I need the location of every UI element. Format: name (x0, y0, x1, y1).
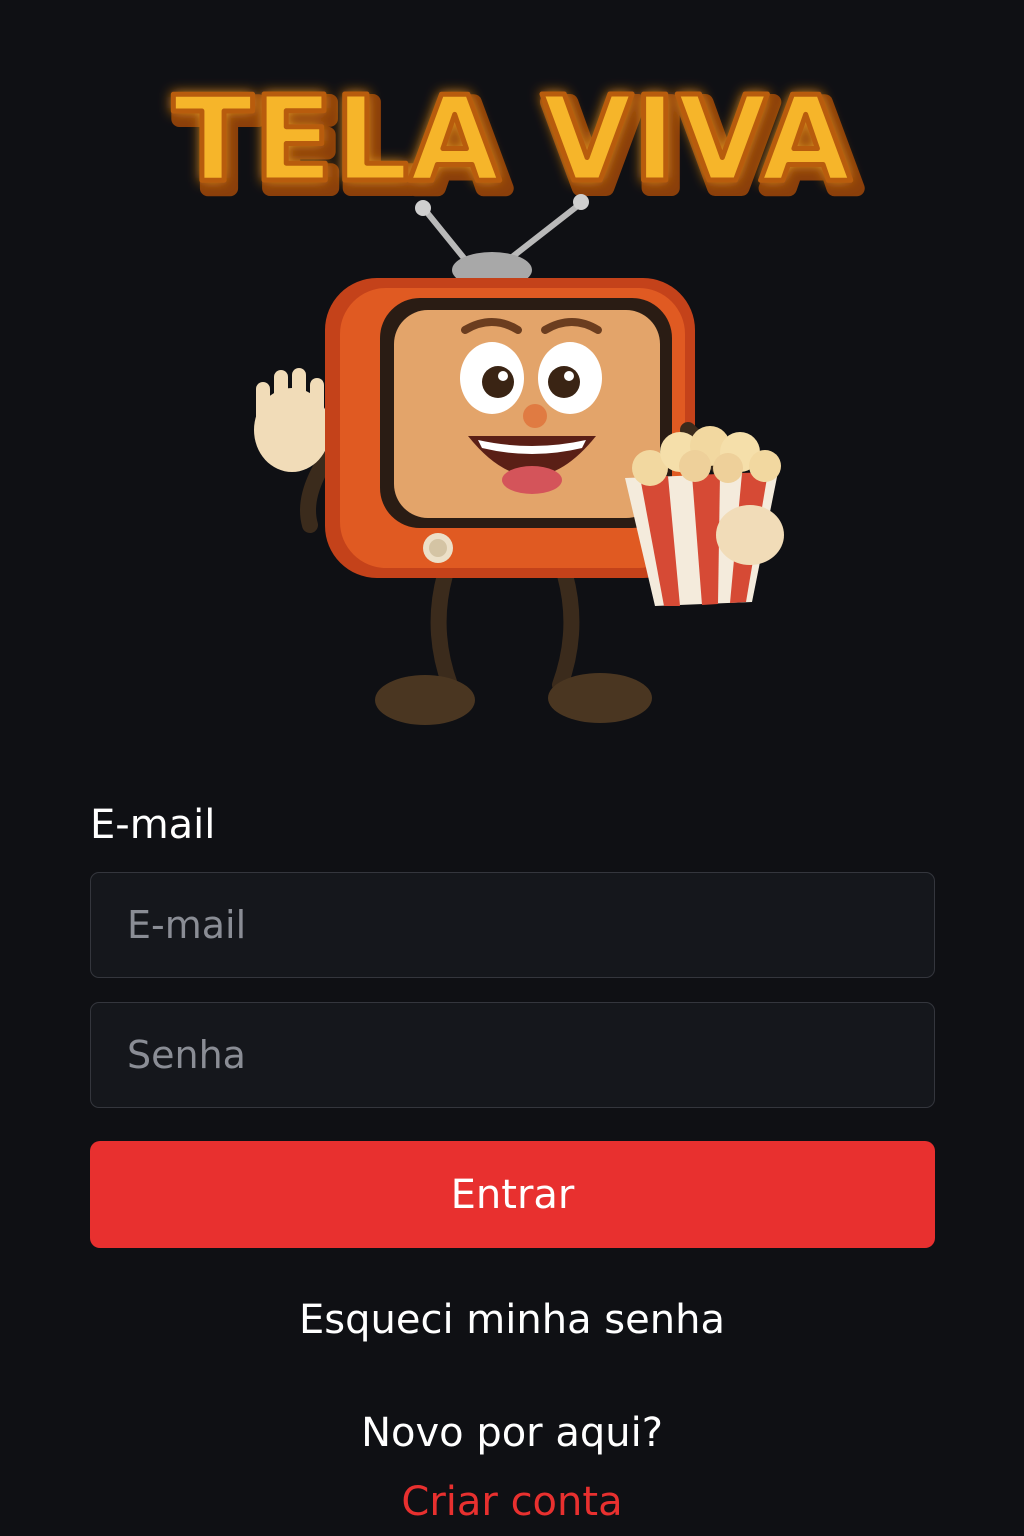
email-input[interactable] (90, 872, 935, 978)
logo-text: TELA VIVA (173, 70, 852, 208)
login-button[interactable]: Entrar (90, 1141, 935, 1248)
forgot-password-link[interactable]: Esqueci minha senha (0, 1290, 1024, 1350)
create-account-link[interactable]: Criar conta (0, 1472, 1024, 1532)
password-input[interactable] (90, 1002, 935, 1108)
tv-mascot-with-popcorn-icon (230, 190, 800, 740)
login-form: E-mail Entrar (90, 800, 935, 1248)
email-label: E-mail (90, 802, 216, 848)
new-user-text: Novo por aqui? (361, 1410, 663, 1456)
